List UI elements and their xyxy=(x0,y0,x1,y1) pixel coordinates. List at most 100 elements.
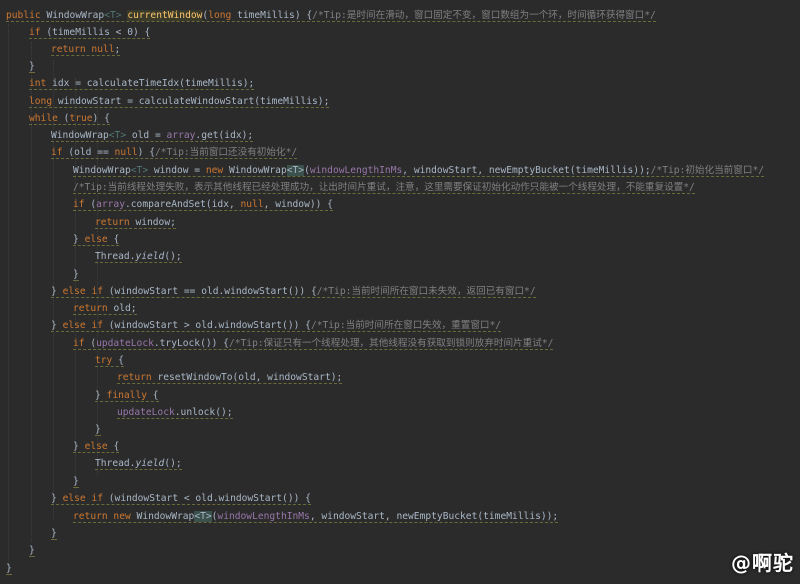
code-token: } xyxy=(73,234,85,245)
code-token: ) { xyxy=(137,147,155,158)
lint-underline xyxy=(29,89,255,90)
lint-underline xyxy=(73,349,554,350)
code-token: <T> xyxy=(108,130,127,141)
code-token: array xyxy=(166,130,196,141)
code-token: windowStart = calculateWindowStart(timeM… xyxy=(57,96,330,107)
lint-underline xyxy=(95,262,182,263)
code-token: .get(idx); xyxy=(195,130,254,141)
lint-underline xyxy=(95,435,101,436)
code-token: /*Tip:保证只有一个线程处理，其他线程没有获取到锁则放弃时间片重试*/ xyxy=(228,338,554,349)
lint-underline xyxy=(51,55,121,56)
code-token: /*Tip:当前时间所在窗口未失效，返回已有窗口*/ xyxy=(316,286,536,297)
lint-underline xyxy=(29,556,35,557)
code-token: (windowStart > old.windowStart()) { xyxy=(108,320,311,331)
code-token: null xyxy=(240,199,264,210)
code-token: } xyxy=(51,286,63,297)
lint-underline xyxy=(73,487,79,488)
code-token: } xyxy=(29,61,35,72)
code-token: } xyxy=(73,441,85,452)
code-token: window; xyxy=(135,217,176,228)
code-token: (timeMillis < 0) { xyxy=(46,27,151,38)
code-token: return xyxy=(73,303,114,314)
code-token: if xyxy=(73,199,91,210)
code-token: <T> xyxy=(286,165,305,176)
lint-underline xyxy=(29,107,330,108)
code-token: WindowWrap xyxy=(136,511,195,522)
lint-underline xyxy=(29,124,110,125)
code-token: WindowWrap xyxy=(51,130,109,141)
code-token: <T> xyxy=(194,511,212,522)
code-token: (old == xyxy=(68,147,115,158)
code-token: /*Tip:当前线程处理失败，表示其他线程已经处理成功，让出时间片重试，注意，这… xyxy=(73,182,695,193)
code-token: } xyxy=(73,476,79,487)
code-token: /*Tip:当前时间所在窗口失效，重置窗口*/ xyxy=(310,320,502,331)
author-watermark: @啊驼 xyxy=(731,551,794,575)
lint-underline xyxy=(51,331,502,332)
code-token: finally xyxy=(106,390,153,401)
code-token: return xyxy=(117,372,158,383)
lint-underline xyxy=(29,72,35,73)
code-token: return xyxy=(95,217,136,228)
lint-underline xyxy=(73,245,120,246)
code-token: windowLengthInMs xyxy=(217,511,310,522)
code-token: old; xyxy=(113,303,137,314)
code-token: updateLock xyxy=(117,407,175,418)
lint-underline xyxy=(73,280,79,281)
code-token: else xyxy=(84,234,114,245)
code-token: if xyxy=(73,338,91,349)
code-token: , window)) { xyxy=(263,199,333,210)
code-token: .tryLock()) { xyxy=(153,338,229,349)
code-token: true xyxy=(69,113,93,124)
code-editor[interactable]: public WindowWrap<T> currentWindow(long … xyxy=(0,0,800,584)
code-token: null xyxy=(114,147,138,158)
code-token: <T> xyxy=(104,10,122,21)
lint-underline xyxy=(73,176,765,177)
code-token: while xyxy=(29,113,64,124)
code-token: } xyxy=(95,424,101,435)
lint-underline xyxy=(51,539,57,540)
code-token: timeMillis) { xyxy=(237,10,313,21)
code-token: ) { xyxy=(92,113,110,124)
lint-underline xyxy=(29,38,151,39)
code-token: .compareAndSet(idx, xyxy=(125,199,241,210)
code-token: <T> xyxy=(130,165,149,176)
code-token: yield xyxy=(135,458,165,469)
code-token: { xyxy=(113,441,120,452)
lint-underline xyxy=(73,522,559,523)
code-token: } xyxy=(51,493,63,504)
code-token: updateLock xyxy=(96,338,154,349)
code-token: Thread. xyxy=(95,251,136,262)
code-token: WindowWrap xyxy=(228,165,287,176)
lint-underline xyxy=(117,418,233,419)
code-token: { xyxy=(152,390,159,401)
code-token: array xyxy=(96,199,125,210)
code-token: (windowStart == old.windowStart()) { xyxy=(108,286,317,297)
code-token: public xyxy=(6,10,47,21)
code-token: } xyxy=(73,269,79,280)
code-token: idx = calculateTimeIdx(timeMillis); xyxy=(52,78,255,89)
code-token: /*Tip:当前窗口还没有初始化*/ xyxy=(154,147,298,158)
indent-guide xyxy=(8,24,9,564)
code-token: if xyxy=(51,147,69,158)
code-token: new xyxy=(205,165,229,176)
lint-underline xyxy=(73,452,120,453)
lint-underline xyxy=(6,21,656,22)
code-token: Thread. xyxy=(95,458,136,469)
code-token: else if xyxy=(62,320,109,331)
code-token: else if xyxy=(62,286,109,297)
lint-underline xyxy=(95,401,159,402)
code-token: { xyxy=(118,355,124,366)
code-token: resetWindowTo(old, windowStart); xyxy=(157,372,343,383)
code-token: int xyxy=(29,78,53,89)
code-token: long xyxy=(208,10,238,21)
code-token: yield xyxy=(135,251,165,262)
code-token: else if xyxy=(62,493,109,504)
code-token: } xyxy=(51,320,63,331)
lint-underline xyxy=(6,574,12,575)
code-token: WindowWrap xyxy=(46,10,105,21)
code-token: window = xyxy=(148,165,206,176)
code-token: if xyxy=(29,27,47,38)
lint-underline xyxy=(51,504,311,505)
code-token: } xyxy=(29,545,35,556)
code-token: long xyxy=(29,96,58,107)
